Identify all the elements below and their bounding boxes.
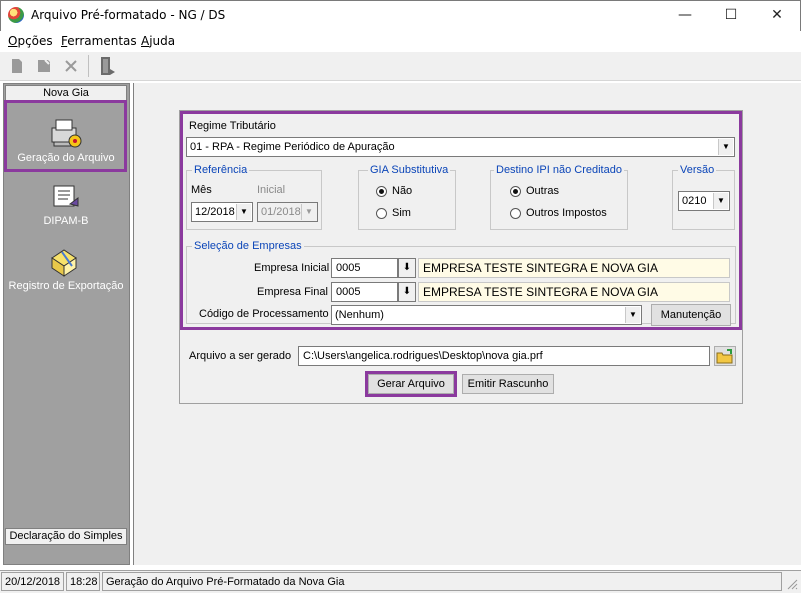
menu-ferramentas-label: erramentas — [67, 34, 137, 48]
toolbar-separator — [88, 55, 89, 77]
sidebar-header[interactable]: Nova Gia — [5, 85, 127, 101]
delete-icon[interactable] — [62, 57, 80, 75]
app-icon — [8, 7, 24, 23]
close-button[interactable]: ✕ — [754, 0, 800, 30]
menu-ajuda[interactable]: Ajuda — [141, 34, 175, 48]
maximize-button[interactable]: ☐ — [708, 0, 754, 30]
sidebar-item-dipam[interactable]: DIPAM-B — [5, 215, 127, 227]
status-date: 20/12/2018 — [1, 572, 64, 591]
arquivo-path-input[interactable]: C:\Users\angelica.rodrigues\Desktop\nova… — [298, 346, 710, 366]
menu-ajuda-label: juda — [149, 34, 176, 48]
new-icon[interactable] — [8, 57, 26, 75]
sidebar-footer-simples[interactable]: Declaração do Simples — [5, 528, 127, 545]
highlight-gerar-button — [365, 371, 457, 397]
folder-open-icon[interactable] — [714, 346, 736, 366]
arquivo-label: Arquivo a ser gerado — [189, 350, 292, 362]
status-message: Geração do Arquivo Pré-Formatado da Nova… — [102, 572, 782, 591]
exit-icon[interactable] — [98, 55, 118, 77]
toolbar — [0, 52, 801, 81]
dipam-icon[interactable] — [50, 182, 82, 212]
window-title: Arquivo Pré-formatado - NG / DS — [31, 8, 226, 22]
emitir-rascunho-button[interactable]: Emitir Rascunho — [462, 374, 554, 394]
menu-ferramentas[interactable]: Ferramentas — [61, 34, 137, 48]
sidebar-item-exportacao[interactable]: Registro de Exportação — [5, 280, 127, 292]
status-time: 18:28 — [66, 572, 100, 591]
menu-ajuda-accel: A — [141, 34, 150, 48]
menu-opcoes-label: pções — [17, 34, 53, 48]
highlight-form — [180, 111, 742, 330]
menu-opcoes[interactable]: Opções — [8, 34, 53, 48]
export-registry-icon[interactable] — [48, 246, 84, 278]
minimize-button[interactable]: — — [662, 0, 708, 30]
resize-grip-icon[interactable] — [786, 578, 798, 590]
save-icon[interactable] — [35, 57, 53, 75]
highlight-sidebar — [4, 100, 127, 172]
